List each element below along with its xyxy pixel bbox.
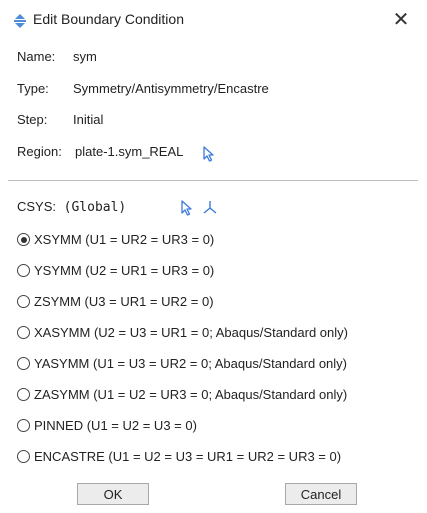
radio-option-label: XASYMM (U2 = U3 = UR1 = 0; Abaqus/Standa… [34, 325, 348, 340]
step-value: Initial [73, 112, 104, 127]
radio-option-label: PINNED (U1 = U2 = U3 = 0) [34, 418, 197, 433]
radio-option[interactable]: ENCASTRE (U1 = U2 = U3 = UR1 = UR2 = UR3… [17, 449, 341, 469]
csys-axes-icon[interactable] [202, 199, 218, 215]
section-divider [8, 180, 418, 181]
radio-button[interactable] [17, 357, 30, 371]
radio-option[interactable]: XSYMM (U1 = UR2 = UR3 = 0) [17, 232, 214, 252]
type-row: Type: Symmetry/Antisymmetry/Encastre [17, 81, 269, 96]
radio-option-label: ENCASTRE (U1 = U2 = U3 = UR1 = UR2 = UR3… [34, 449, 342, 464]
radio-option[interactable]: ZSYMM (U3 = UR1 = UR2 = 0) [17, 294, 214, 314]
region-value: plate-1.sym_REAL [75, 144, 184, 159]
title-bar[interactable]: Edit Boundary Condition ✕ [0, 0, 427, 40]
radio-button[interactable] [17, 233, 30, 247]
radio-option-label: XSYMM (U1 = UR2 = UR3 = 0) [34, 232, 215, 247]
edit-region-cursor-icon[interactable] [202, 146, 216, 162]
radio-option[interactable]: PINNED (U1 = U2 = U3 = 0) [17, 418, 197, 438]
radio-button[interactable] [17, 450, 30, 464]
step-row: Step: Initial [17, 112, 103, 127]
step-label: Step: [17, 112, 48, 127]
cancel-button[interactable]: Cancel [285, 483, 357, 505]
region-row: Region: plate-1.sym_REAL [17, 144, 183, 159]
name-label: Name: [17, 49, 56, 64]
radio-option[interactable]: YASYMM (U1 = U3 = UR2 = 0; Abaqus/Standa… [17, 356, 347, 376]
csys-row: CSYS: (Global) [17, 199, 126, 215]
boundary-condition-icon [12, 13, 28, 29]
radio-button[interactable] [17, 326, 30, 340]
radio-button[interactable] [17, 264, 30, 278]
radio-option[interactable]: ZASYMM (U1 = U2 = UR3 = 0; Abaqus/Standa… [17, 387, 347, 407]
radio-option-label: YASYMM (U1 = U3 = UR2 = 0; Abaqus/Standa… [34, 356, 347, 371]
dialog-title: Edit Boundary Condition [33, 11, 184, 27]
region-label: Region: [17, 144, 62, 159]
radio-option-label: YSYMM (U2 = UR1 = UR3 = 0) [34, 263, 215, 278]
name-value: sym [73, 49, 97, 64]
csys-label: CSYS: [17, 199, 57, 214]
type-label: Type: [17, 81, 49, 96]
radio-option-label: ZSYMM (U3 = UR1 = UR2 = 0) [34, 294, 214, 309]
name-row: Name: sym [17, 49, 97, 64]
radio-button[interactable] [17, 419, 30, 433]
radio-option[interactable]: YSYMM (U2 = UR1 = UR3 = 0) [17, 263, 214, 283]
type-value: Symmetry/Antisymmetry/Encastre [73, 81, 269, 96]
close-button[interactable]: ✕ [387, 6, 415, 34]
select-csys-cursor-icon[interactable] [180, 200, 194, 216]
radio-button[interactable] [17, 295, 30, 309]
csys-value: (Global) [63, 200, 127, 215]
radio-button[interactable] [17, 388, 30, 402]
radio-option[interactable]: XASYMM (U2 = U3 = UR1 = 0; Abaqus/Standa… [17, 325, 348, 345]
ok-button[interactable]: OK [77, 483, 149, 505]
radio-option-label: ZASYMM (U1 = U2 = UR3 = 0; Abaqus/Standa… [34, 387, 348, 402]
edit-boundary-condition-dialog: Edit Boundary Condition ✕ Name: sym Type… [0, 0, 427, 513]
